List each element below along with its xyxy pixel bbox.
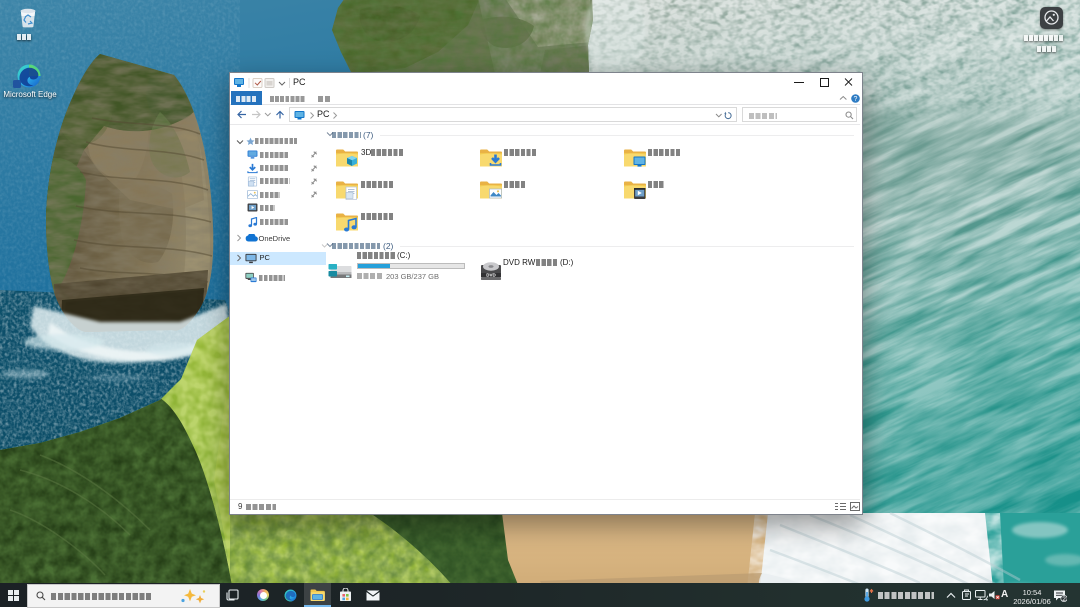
svg-text:?: ?: [854, 96, 858, 103]
svg-text:DVD: DVD: [486, 272, 496, 277]
svg-text:2: 2: [1062, 596, 1066, 602]
